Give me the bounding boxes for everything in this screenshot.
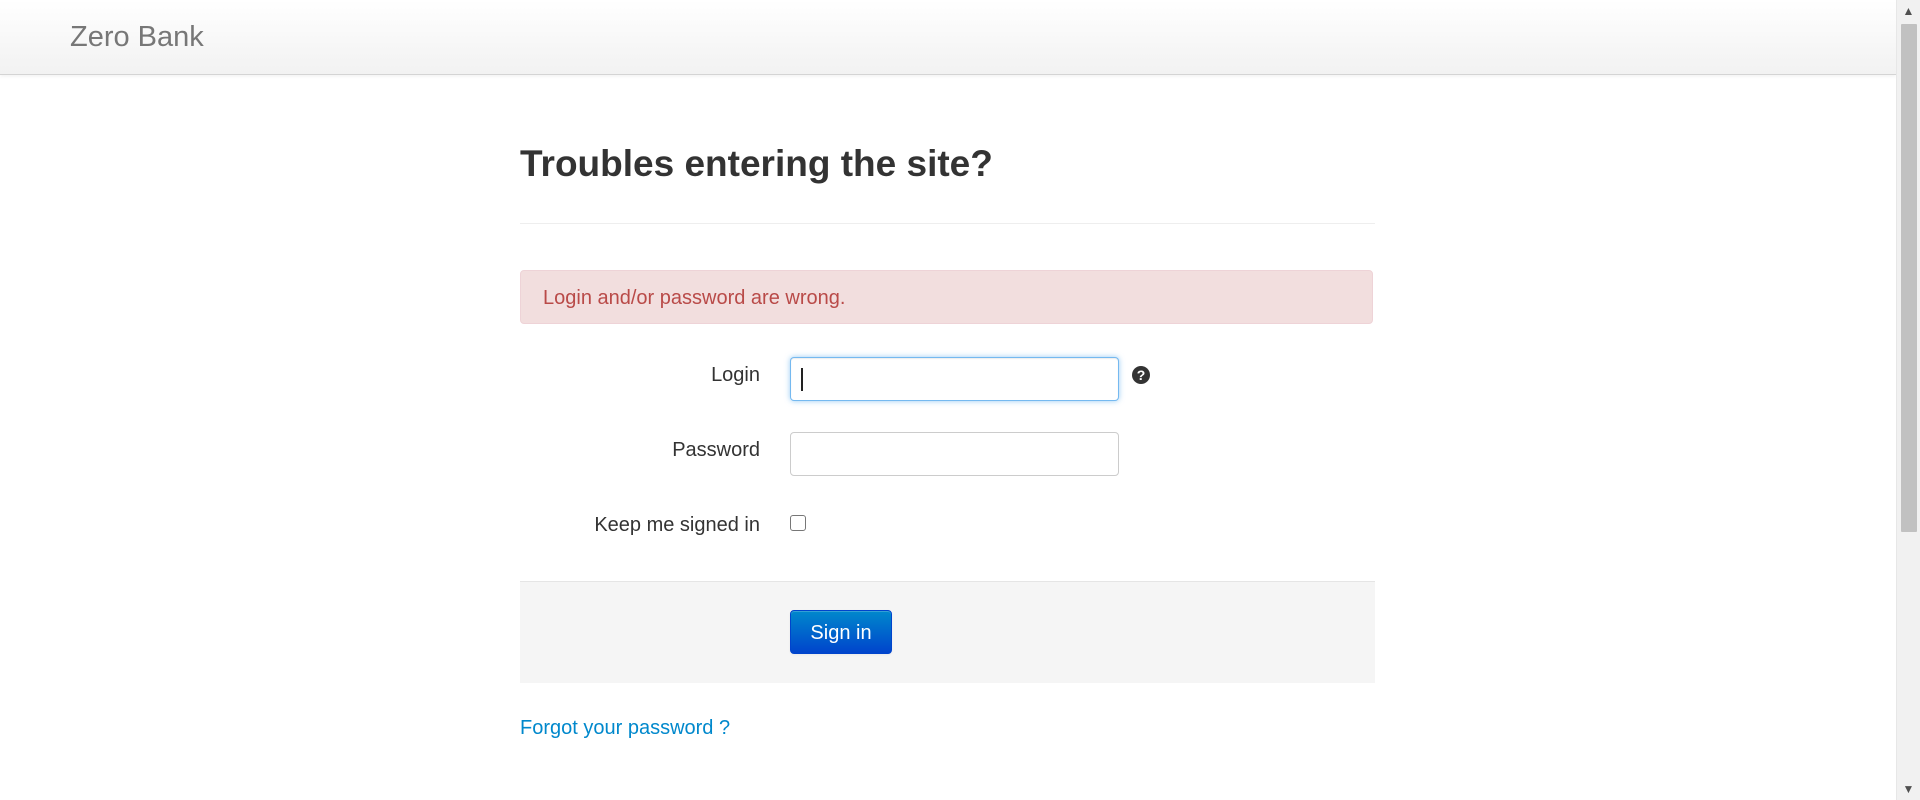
login-field[interactable] [790,357,1119,401]
error-alert: Login and/or password are wrong. [520,270,1373,324]
sign-in-button[interactable]: Sign in [790,610,892,654]
error-alert-message: Login and/or password are wrong. [543,287,846,309]
keep-signed-in-label: Keep me signed in [594,514,760,536]
forgot-password-link[interactable]: Forgot your password ? [520,716,730,740]
password-field[interactable] [790,432,1119,476]
login-container: Troubles entering the site? Login and/or… [520,74,1375,800]
login-page: Zero Bank Troubles entering the site? Lo… [0,0,1920,800]
question-circle-icon[interactable]: ? [1132,366,1150,384]
scroll-thumb[interactable] [1901,24,1917,532]
scroll-down-icon[interactable]: ▼ [1897,778,1920,800]
text-cursor [801,368,803,391]
login-label: Login [711,364,760,386]
top-navbar: Zero Bank [0,0,1896,75]
page-title: Troubles entering the site? [520,143,993,184]
title-divider [520,223,1375,224]
keep-signed-in-checkbox[interactable] [790,515,806,531]
form-actions: Sign in [520,581,1375,683]
password-label: Password [672,439,760,461]
vertical-scrollbar[interactable]: ▲ ▼ [1896,0,1920,800]
brand-link[interactable]: Zero Bank [70,20,204,54]
scroll-up-icon[interactable]: ▲ [1897,0,1920,22]
